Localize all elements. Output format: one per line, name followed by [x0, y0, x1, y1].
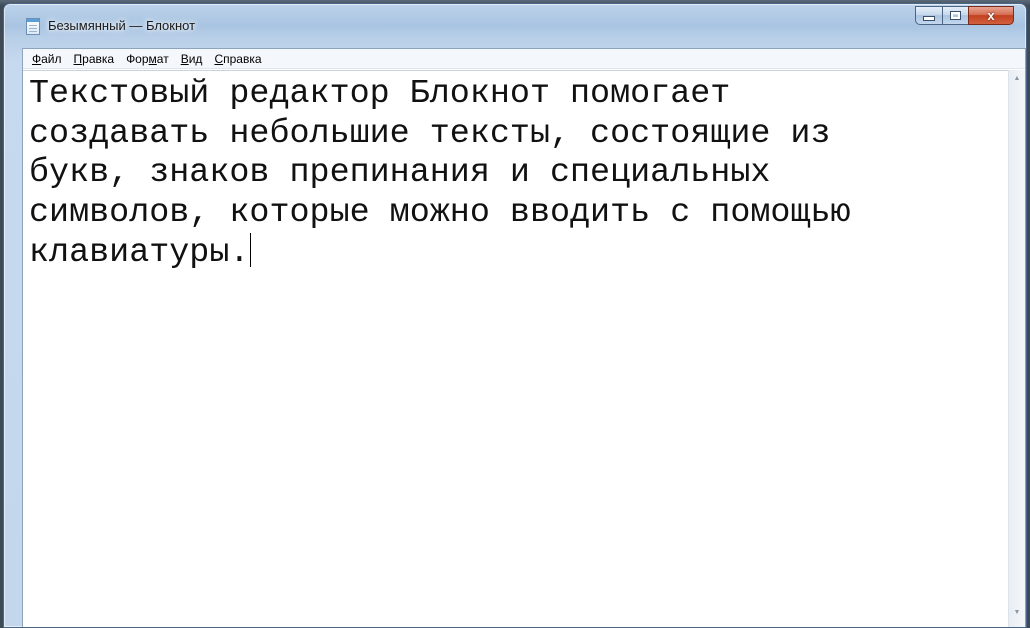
text-line: клавиатуры. — [29, 234, 250, 272]
text-line: букв, знаков препинания и специальных — [29, 154, 771, 192]
menu-format[interactable]: Формат — [126, 52, 169, 66]
text-line: Текстовый редактор Блокнот помогает — [29, 75, 731, 113]
menu-format-mnemonic: м — [148, 51, 157, 66]
text-caret — [250, 233, 252, 267]
minimize-button[interactable] — [915, 6, 942, 25]
text-editor-area[interactable]: Текстовый редактор Блокнот помогает созда… — [23, 70, 1008, 627]
menu-help-label: правка — [223, 51, 262, 66]
menu-help-mnemonic: С — [214, 51, 224, 66]
minimize-icon — [923, 16, 935, 21]
scroll-down-arrow-icon[interactable]: ▼ — [1009, 604, 1025, 621]
text-line: создавать небольшие тексты, состоящие из — [29, 114, 831, 153]
close-button[interactable]: x — [968, 6, 1014, 25]
text-line-last: клавиатуры. — [29, 233, 1008, 274]
menu-bar: Файл Правка Формат Вид Справка — [23, 49, 1025, 69]
menu-edit-label: равка — [82, 51, 115, 66]
menu-file-label: айл — [41, 51, 62, 66]
scroll-up-arrow-icon[interactable]: ▲ — [1009, 70, 1025, 87]
menu-view-label: ид — [188, 51, 203, 66]
menu-help[interactable]: Справка — [214, 52, 261, 66]
menu-view[interactable]: Вид — [181, 52, 203, 66]
menu-format-label-end: ат — [156, 51, 169, 66]
text-line: символов, которые можно вводить с помощь… — [29, 193, 851, 232]
menu-edit-mnemonic: П — [73, 51, 83, 66]
maximize-icon — [950, 11, 961, 20]
menu-view-mnemonic: В — [180, 51, 189, 66]
client-area: Файл Правка Формат Вид Справка Текстовый… — [22, 48, 1026, 627]
window-title: Безымянный — Блокнот — [48, 18, 196, 33]
maximize-button[interactable] — [942, 6, 968, 25]
title-bar[interactable]: Безымянный — Блокнот x — [4, 4, 1026, 40]
menu-file-mnemonic: Ф — [32, 51, 42, 66]
notepad-app-icon[interactable] — [26, 18, 40, 35]
window-controls: x — [915, 6, 1014, 26]
close-icon: x — [987, 8, 995, 23]
notepad-window: Безымянный — Блокнот x Файл Правка Форма… — [3, 3, 1027, 628]
menu-format-label-start: Фор — [126, 51, 149, 66]
menu-edit[interactable]: Правка — [74, 52, 115, 66]
menu-file[interactable]: Файл — [32, 52, 62, 66]
vertical-scrollbar[interactable]: ▲ ▼ — [1008, 70, 1025, 627]
